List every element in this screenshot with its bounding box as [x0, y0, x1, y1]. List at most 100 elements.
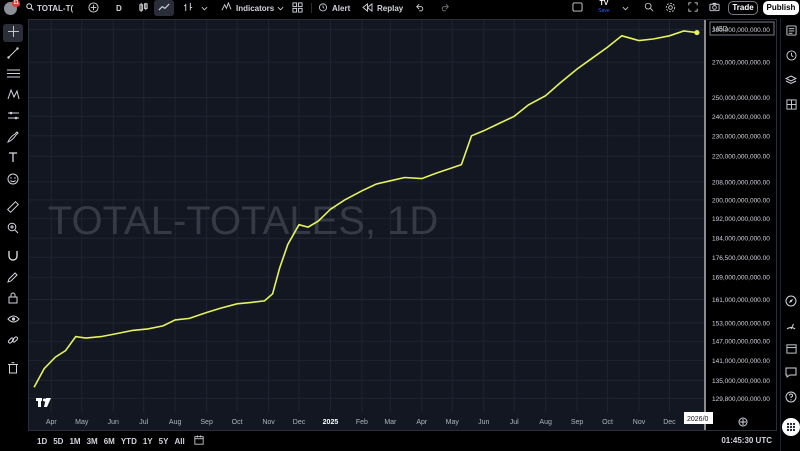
pattern-tool[interactable]: [3, 87, 23, 105]
ideas-button[interactable]: [784, 294, 798, 310]
crosshair-icon: [7, 26, 19, 40]
range-6m[interactable]: 6M: [101, 437, 118, 446]
save-label: Save: [598, 8, 610, 14]
magnet-tool[interactable]: [3, 248, 23, 266]
apps-menu-button[interactable]: [782, 418, 800, 436]
time-tick-label: Sep: [571, 419, 584, 426]
templates-dropdown[interactable]: [273, 0, 288, 16]
search-icon: [26, 3, 34, 13]
fullscreen-button[interactable]: [684, 0, 702, 16]
text-tool[interactable]: [3, 150, 23, 168]
eye-icon: [6, 314, 20, 327]
range-all[interactable]: All: [171, 437, 187, 446]
trade-button[interactable]: Trade: [728, 1, 758, 15]
price-tick-label: 208,000,000,000.00: [712, 179, 770, 186]
utc-clock[interactable]: 01:45:30 UTC: [721, 436, 772, 445]
candles-button[interactable]: [134, 0, 153, 16]
emoji-tool[interactable]: [3, 171, 23, 189]
goto-date-button[interactable]: [738, 417, 748, 427]
time-tick-label: Feb: [356, 419, 368, 426]
chat-button[interactable]: [784, 366, 798, 382]
redo-button[interactable]: [436, 0, 454, 16]
layers-button[interactable]: [784, 74, 798, 90]
news-button[interactable]: [784, 98, 798, 114]
publish-button[interactable]: Publish: [763, 1, 799, 15]
time-tick-label: May: [446, 419, 460, 426]
time-tick-label: Jul: [510, 419, 519, 426]
lock-drawings-tool[interactable]: [3, 290, 23, 308]
alerts-button[interactable]: [784, 49, 798, 65]
price-tick-label: 129,800,000,000.00: [712, 396, 770, 403]
range-3m[interactable]: 3M: [84, 437, 101, 446]
time-tick-label: Apr: [46, 419, 58, 426]
price-chart[interactable]: TOTAL-TOTALES, 1D Apr May Jun Jul Aug Sep Oct N…: [29, 20, 777, 431]
symbol-search[interactable]: TOTAL-T(: [22, 0, 77, 16]
replay-button[interactable]: Replay: [358, 0, 407, 16]
time-tick-label: Nov: [262, 419, 275, 426]
line-chart-button[interactable]: [154, 0, 174, 16]
range-1d[interactable]: 1D: [34, 437, 50, 446]
measure-tool[interactable]: [3, 199, 23, 217]
bars-style-button[interactable]: [179, 0, 198, 16]
watchlist-button[interactable]: [784, 24, 798, 40]
time-tick-label: Mar: [384, 419, 397, 426]
forecast-icon: [7, 110, 20, 124]
remove-drawings-tool[interactable]: [3, 360, 23, 378]
range-5d[interactable]: 5D: [50, 437, 66, 446]
indicators-button[interactable]: Indicators: [217, 0, 278, 16]
chart-style-dropdown[interactable]: [197, 0, 212, 16]
hide-drawings-tool[interactable]: [3, 311, 23, 329]
grid-icon: [785, 99, 797, 113]
range-1m[interactable]: 1M: [66, 437, 83, 446]
price-tick-label: 270,000,000,000.00: [712, 60, 770, 67]
interval-button[interactable]: D: [112, 0, 126, 16]
range-1y[interactable]: 1Y: [140, 437, 156, 446]
price-scale[interactable]: [706, 20, 777, 431]
undo-button[interactable]: [411, 0, 429, 16]
time-tick-label: Nov: [633, 419, 646, 426]
help-button[interactable]: [784, 390, 798, 406]
chart-pane[interactable]: TOTAL-TOTALES, 1D Apr May Jun Jul Aug Sep Oct N…: [28, 19, 777, 431]
zoom-tool[interactable]: [3, 220, 23, 238]
cursor-date-label: 2026/0: [687, 416, 709, 423]
stay-drawing-tool[interactable]: [3, 269, 23, 287]
fib-tool[interactable]: [3, 66, 23, 84]
chevron-down-icon: [201, 4, 208, 13]
toolbar-divider: [311, 3, 312, 13]
price-tick-label: 250,000,000,000.00: [712, 95, 770, 102]
object-tree-tool[interactable]: [3, 332, 23, 350]
pattern-icon: [7, 88, 20, 103]
compare-button[interactable]: [84, 0, 103, 16]
time-tick-label: Oct: [602, 419, 613, 426]
redo-icon: [440, 3, 450, 14]
chevron-down-icon: [277, 4, 284, 13]
trend-line-tool[interactable]: [3, 45, 23, 63]
time-tick-label: Jul: [139, 419, 148, 426]
help-circle-icon: [785, 391, 797, 406]
range-5y[interactable]: 5Y: [156, 437, 172, 446]
plus-circle-icon: [88, 1, 99, 15]
rewind-icon: [362, 2, 373, 14]
right-sidebar: [780, 18, 800, 451]
alert-button[interactable]: Alert: [314, 0, 354, 16]
calendar-range-icon[interactable]: [194, 435, 204, 447]
range-ytd[interactable]: YTD: [118, 437, 140, 446]
price-tick-label: 161,000,000,000.00: [712, 297, 770, 304]
brush-tool[interactable]: [3, 129, 23, 147]
calendar-button[interactable]: [784, 342, 798, 358]
crosshair-tool[interactable]: [3, 24, 23, 42]
signals-button[interactable]: [784, 318, 798, 334]
settings-button[interactable]: [661, 0, 680, 16]
tradingview-logo-icon: [36, 398, 51, 407]
forecast-tool[interactable]: [3, 108, 23, 126]
price-tick-label: 192,000,000,000.00: [712, 216, 770, 223]
layout-button[interactable]: [288, 0, 307, 16]
smiley-icon: [7, 173, 19, 188]
candlestick-icon: [138, 2, 149, 15]
snapshot-button[interactable]: [705, 0, 724, 16]
quick-search-button[interactable]: [640, 0, 658, 16]
alert-label: Alert: [332, 3, 351, 13]
save-layout-button[interactable]: TV Save: [597, 0, 611, 16]
layout-dropdown[interactable]: [618, 0, 633, 16]
layout-window-button[interactable]: [568, 0, 587, 16]
